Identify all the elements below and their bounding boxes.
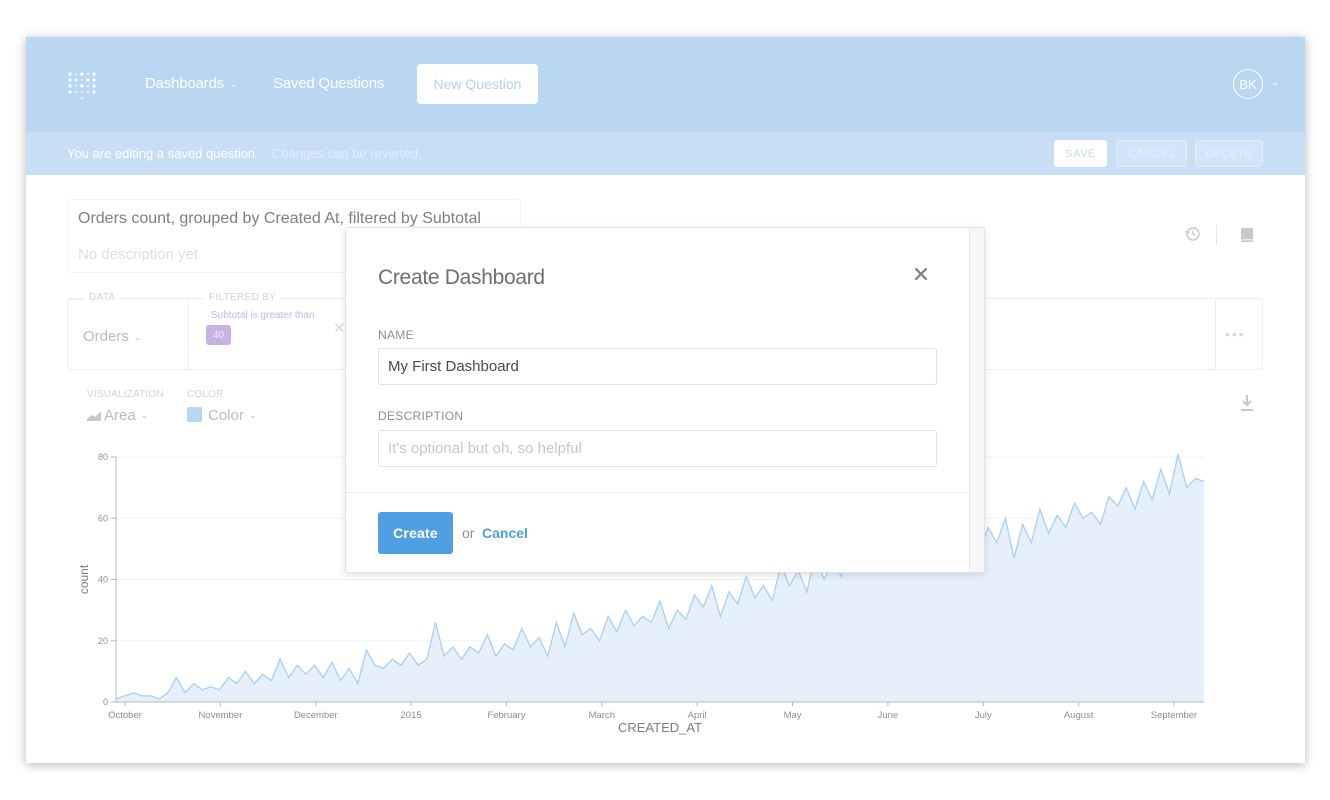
x-tick-label: December bbox=[294, 710, 338, 721]
data-source-value: Orders bbox=[83, 328, 129, 345]
data-source-select[interactable]: Orders ⌄ bbox=[83, 328, 141, 345]
more-options-icon[interactable]: ••• bbox=[1225, 326, 1246, 342]
create-dashboard-modal: Create Dashboard NAME DESCRIPTION Create… bbox=[345, 227, 985, 573]
remove-filter-icon[interactable]: ✕ bbox=[333, 319, 346, 337]
or-text: or bbox=[462, 525, 475, 541]
top-nav: Dashboards ⌄ Saved Questions New Question… bbox=[26, 37, 1305, 132]
qbar-border bbox=[68, 299, 82, 300]
edit-message: You are editing a saved question bbox=[67, 146, 256, 161]
cancel-link[interactable]: Cancel bbox=[482, 525, 528, 541]
filter-value-pill[interactable]: 40 bbox=[206, 325, 231, 345]
color-select[interactable]: Color ⌄ bbox=[187, 407, 256, 424]
x-tick-label: March bbox=[589, 710, 615, 721]
name-label: NAME bbox=[378, 328, 414, 342]
close-icon[interactable] bbox=[912, 265, 930, 283]
logo-icon[interactable] bbox=[66, 70, 96, 100]
data-label: DATA bbox=[84, 292, 121, 303]
y-tick-label: 60 bbox=[98, 513, 108, 523]
modal-scrollbar[interactable] bbox=[969, 228, 984, 572]
app-window: Dashboards ⌄ Saved Questions New Question… bbox=[26, 37, 1305, 763]
chevron-down-icon: ⌄ bbox=[248, 410, 257, 420]
nav-saved-questions[interactable]: Saved Questions bbox=[273, 75, 384, 92]
question-description[interactable]: No description yet bbox=[78, 246, 198, 263]
visualization-select[interactable]: Area ⌄ bbox=[87, 407, 148, 424]
x-tick-label: May bbox=[784, 710, 802, 721]
description-label: DESCRIPTION bbox=[378, 409, 464, 423]
x-tick-labels: October November December 2015 February March… bbox=[108, 702, 1197, 721]
chevron-down-icon: ⌄ bbox=[229, 79, 239, 90]
x-tick-label: September bbox=[1151, 710, 1197, 721]
x-tick-label: November bbox=[198, 710, 242, 721]
dashboard-name-input[interactable] bbox=[378, 348, 937, 385]
edit-sub-message: Changes can be reverted. bbox=[272, 146, 422, 161]
y-tick-label: 20 bbox=[98, 636, 108, 646]
nav-dashboards-label: Dashboards bbox=[145, 75, 224, 92]
delete-button[interactable]: DELETE bbox=[1195, 140, 1263, 167]
cancel-edit-button[interactable]: CANCEL bbox=[1116, 140, 1187, 167]
x-tick-label: 2015 bbox=[401, 710, 422, 721]
new-question-button[interactable]: New Question bbox=[417, 64, 538, 104]
x-axis-label: CREATED_AT bbox=[618, 720, 702, 735]
avatar[interactable]: BK bbox=[1233, 69, 1263, 99]
y-axis-label: count bbox=[77, 564, 91, 594]
y-tick-label: 40 bbox=[98, 575, 108, 585]
visualization-value: Area bbox=[104, 407, 136, 424]
chevron-down-icon: ⌄ bbox=[140, 410, 149, 420]
question-title[interactable]: Orders count, grouped by Created At, fil… bbox=[78, 210, 481, 228]
qbar-separator bbox=[188, 299, 189, 369]
qbar-separator bbox=[1215, 299, 1216, 369]
y-tick-label: 80 bbox=[98, 452, 108, 462]
x-tick-label: August bbox=[1064, 710, 1094, 721]
filter-description[interactable]: Subtotal is greater than bbox=[211, 310, 314, 321]
filtered-by-label: FILTERED BY bbox=[204, 292, 282, 303]
x-tick-label: October bbox=[108, 710, 142, 721]
dashboard-description-input[interactable] bbox=[378, 430, 937, 467]
create-button[interactable]: Create bbox=[378, 512, 453, 554]
history-icon[interactable] bbox=[1185, 226, 1201, 242]
y-tick-labels: 0 20 40 60 80 bbox=[98, 452, 116, 707]
color-label: COLOR bbox=[187, 389, 224, 400]
color-value: Color bbox=[208, 407, 244, 424]
nav-dashboards[interactable]: Dashboards ⌄ bbox=[145, 75, 238, 92]
y-tick-label: 0 bbox=[103, 697, 108, 707]
x-tick-label: July bbox=[975, 710, 992, 721]
edit-bar: You are editing a saved question Changes… bbox=[26, 132, 1305, 175]
save-button[interactable]: SAVE bbox=[1054, 140, 1107, 167]
modal-title: Create Dashboard bbox=[378, 266, 545, 289]
x-tick-label: June bbox=[878, 710, 899, 721]
reference-icon[interactable] bbox=[1240, 227, 1254, 243]
x-tick-label: February bbox=[487, 710, 525, 721]
download-icon[interactable] bbox=[1240, 394, 1254, 412]
visualization-label: VISUALIZATION bbox=[87, 389, 164, 400]
color-swatch bbox=[187, 407, 202, 422]
chevron-down-icon[interactable]: ⌄ bbox=[1271, 77, 1279, 88]
header-divider bbox=[1216, 225, 1217, 245]
chevron-down-icon: ⌄ bbox=[133, 332, 142, 342]
area-chart-icon bbox=[87, 411, 101, 421]
modal-divider bbox=[346, 492, 970, 493]
